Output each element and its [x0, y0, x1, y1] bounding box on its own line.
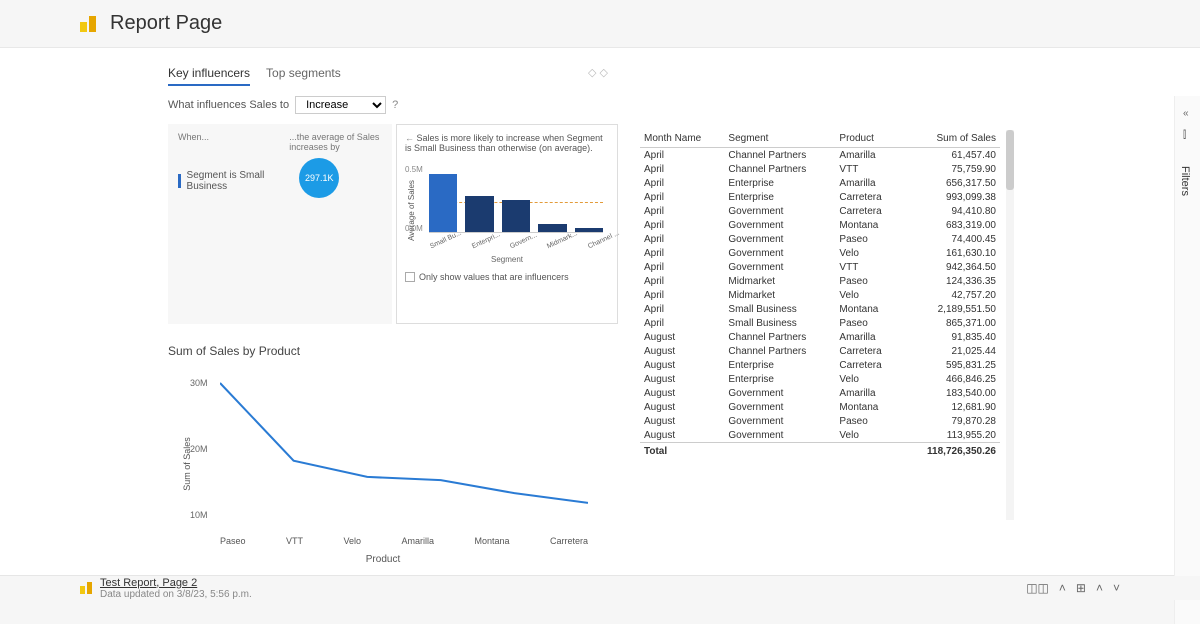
page-title: Report Page — [110, 12, 222, 35]
chevron-up-icon-2[interactable]: ˄ — [1096, 581, 1103, 595]
ki-feedback-icons[interactable]: ◇ ◇ — [588, 66, 608, 79]
table-row[interactable]: AugustEnterpriseCarretera595,831.25 — [640, 358, 1000, 372]
ki-bar[interactable] — [538, 224, 566, 232]
table-row[interactable]: AugustChannel PartnersAmarilla91,835.40 — [640, 330, 1000, 344]
footer-bar: Test Report, Page 2 Data updated on 3/8/… — [0, 576, 1200, 600]
table-row[interactable]: AugustGovernmentVelo113,955.20 — [640, 428, 1000, 443]
ki-question-label: What influences Sales to — [168, 99, 289, 111]
table-row[interactable]: AugustGovernmentAmarilla183,540.00 — [640, 386, 1000, 400]
influencer-bubble[interactable]: 297.1K — [299, 158, 339, 198]
powerbi-logo-icon — [80, 16, 96, 32]
table-row[interactable]: AprilEnterpriseCarretera993,099.38 — [640, 190, 1000, 204]
report-canvas: Key influencers Top segments ◇ ◇ What in… — [0, 48, 1200, 576]
table-row[interactable]: AprilMidmarketVelo42,757.20 — [640, 288, 1000, 302]
chevron-up-icon[interactable]: ˄ — [1059, 581, 1066, 595]
data-updated-label: Data updated on 3/8/23, 5:56 p.m. — [100, 589, 252, 600]
table-row[interactable]: AprilGovernmentVelo161,630.10 — [640, 246, 1000, 260]
line-category-label: VTT — [286, 536, 303, 546]
help-icon[interactable]: ? — [392, 99, 398, 111]
table-row[interactable]: AprilEnterpriseAmarilla656,317.50 — [640, 176, 1000, 190]
filter-icon[interactable]: ⫿ — [1183, 130, 1186, 141]
table-header[interactable]: Product — [835, 130, 900, 148]
table-row[interactable]: AprilGovernmentMontana683,319.00 — [640, 218, 1000, 232]
report-breadcrumb-link[interactable]: Test Report, Page 2 — [100, 577, 252, 589]
line-chart-visual[interactable]: Sum of Sales by Product Sum of Sales 30M… — [168, 344, 598, 565]
ki-bar[interactable] — [575, 228, 603, 232]
table-row[interactable]: AugustEnterpriseVelo466,846.25 — [640, 372, 1000, 386]
ki-ytick-hi: 0.5M — [405, 165, 423, 174]
ki-bar[interactable] — [502, 200, 530, 232]
table-header[interactable]: Segment — [724, 130, 835, 148]
line-category-label: Montana — [474, 536, 509, 546]
line-category-label: Amarilla — [401, 536, 434, 546]
line-category-label: Velo — [343, 536, 361, 546]
table-row[interactable]: AprilSmall BusinessMontana2,189,551.50 — [640, 302, 1000, 316]
ki-category-label: Govern... — [509, 232, 538, 251]
table-row[interactable]: AprilMidmarketPaseo124,336.35 — [640, 274, 1000, 288]
table-visual[interactable]: Month NameSegmentProductSum of Sales Apr… — [640, 130, 1000, 520]
only-influencers-label: Only show values that are influencers — [419, 272, 569, 282]
ki-bar[interactable] — [429, 174, 457, 232]
table-header[interactable]: Sum of Sales — [900, 130, 1000, 148]
ki-when-header: When... — [178, 132, 289, 142]
chart-view-icon[interactable]: ◫◫ — [1026, 581, 1049, 595]
chevron-down-icon[interactable]: ˅ — [1113, 581, 1120, 595]
line-category-label: Carretera — [550, 536, 588, 546]
key-influencers-visual[interactable]: Key influencers Top segments ◇ ◇ What in… — [168, 66, 618, 324]
table-row[interactable]: AugustGovernmentMontana12,681.90 — [640, 400, 1000, 414]
table-row[interactable]: AugustGovernmentPaseo79,870.28 — [640, 414, 1000, 428]
powerbi-logo-small-icon — [80, 582, 92, 594]
influencer-text[interactable]: Segment is Small Business — [187, 170, 290, 192]
collapse-icon[interactable]: « — [1183, 108, 1189, 119]
influencer-bar-icon — [178, 174, 181, 188]
ki-category-label: Midmark... — [546, 230, 579, 250]
table-header[interactable]: Month Name — [640, 130, 724, 148]
table-row[interactable]: AprilGovernmentVTT942,364.50 — [640, 260, 1000, 274]
line-plot-svg — [220, 370, 588, 532]
ki-direction-dropdown[interactable]: Increase — [295, 96, 386, 114]
table-row[interactable]: AprilSmall BusinessPaseo865,371.00 — [640, 316, 1000, 330]
table-row[interactable]: AprilChannel PartnersVTT75,759.90 — [640, 162, 1000, 176]
line-xaxis-label: Product — [168, 554, 598, 565]
tab-key-influencers[interactable]: Key influencers — [168, 66, 250, 86]
ki-category-label: Enterpri... — [471, 231, 501, 250]
tab-top-segments[interactable]: Top segments — [266, 66, 341, 86]
ki-bar[interactable] — [465, 196, 493, 232]
filters-pane[interactable]: « ⫿ Filters — [1174, 96, 1200, 624]
line-ytick-20m: 20M — [190, 444, 208, 454]
table-total-row: Total118,726,350.26 — [640, 443, 1000, 459]
table-row[interactable]: AprilGovernmentPaseo74,400.45 — [640, 232, 1000, 246]
table-scrollbar[interactable] — [1006, 130, 1014, 520]
line-chart-title: Sum of Sales by Product — [168, 344, 598, 358]
table-row[interactable]: AprilChannel PartnersAmarilla61,457.40 — [640, 148, 1000, 163]
ki-xaxis-label: Segment — [405, 255, 609, 264]
ki-avg-header: ...the average of Sales increases by — [289, 132, 382, 152]
grid-view-icon[interactable]: ⊞ — [1076, 581, 1086, 595]
table-row[interactable]: AugustChannel PartnersCarretera21,025.44 — [640, 344, 1000, 358]
ki-bar-chart[interactable]: Average of Sales 0.5M 0.0M Small Bu...En… — [405, 161, 609, 251]
only-influencers-checkbox[interactable] — [405, 272, 415, 282]
table-row[interactable]: AprilGovernmentCarretera94,410.80 — [640, 204, 1000, 218]
filters-label: Filters — [1179, 166, 1191, 196]
line-category-label: Paseo — [220, 536, 246, 546]
arrow-left-icon: ← — [405, 133, 414, 143]
ki-explanation: Sales is more likely to increase when Se… — [405, 133, 603, 153]
line-ytick-30m: 30M — [190, 378, 208, 388]
line-ytick-10m: 10M — [190, 510, 208, 520]
ki-ytick-lo: 0.0M — [405, 224, 423, 233]
